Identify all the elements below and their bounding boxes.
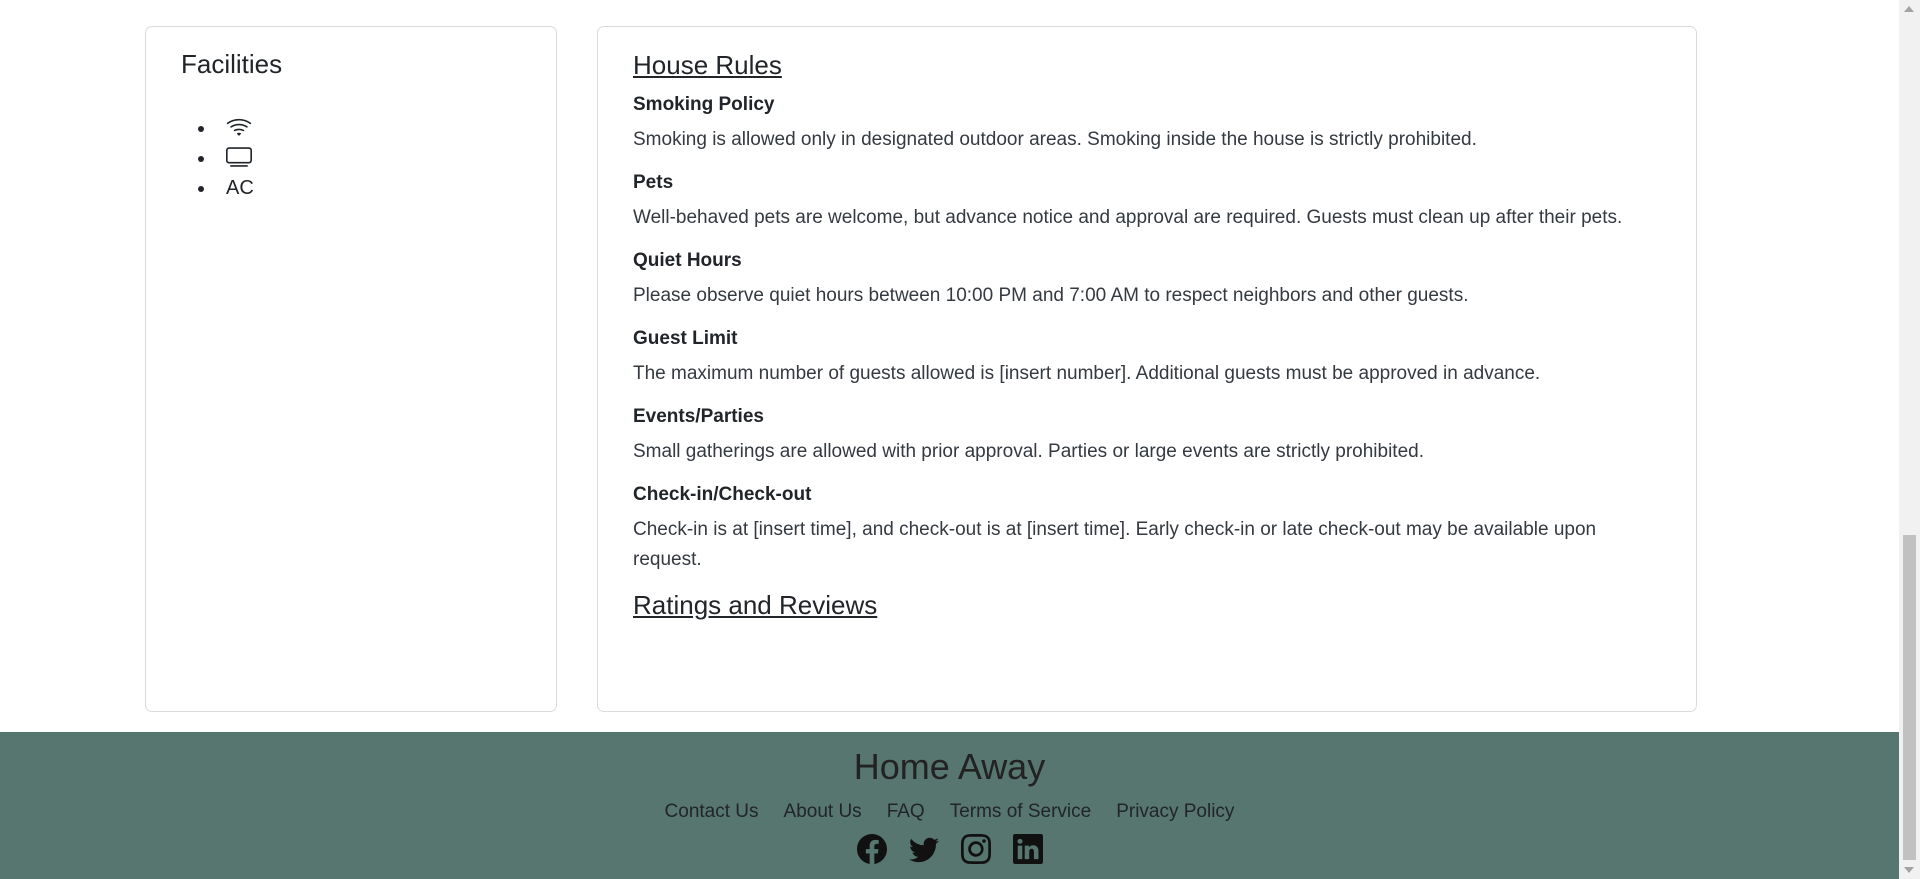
footer-social (0, 833, 1899, 865)
rule-text: The maximum number of guests allowed is … (633, 363, 1541, 384)
rule-heading: Smoking Policy (633, 94, 775, 115)
footer: Home Away Contact Us About Us FAQ Terms … (0, 732, 1899, 879)
rule-text: Small gatherings are allowed with prior … (633, 441, 1424, 462)
rule-pets: Pets Well-behaved pets are welcome, but … (633, 169, 1663, 233)
rule-guest-limit: Guest Limit The maximum number of guests… (633, 325, 1663, 389)
house-rules-title: House Rules (633, 50, 782, 80)
wifi-icon (226, 114, 252, 140)
twitter-icon[interactable] (908, 834, 939, 864)
facilities-card: Facilities AC (145, 26, 557, 712)
facilities-title: Facilities (181, 49, 283, 79)
rule-check-in-out: Check-in/Check-out Check-in is at [inser… (633, 481, 1663, 575)
facilities-list: AC (186, 113, 254, 203)
house-rules-card: House Rules Smoking Policy Smoking is al… (597, 26, 1697, 712)
facility-item-wifi (186, 113, 254, 143)
footer-link-faq[interactable]: FAQ (887, 801, 925, 823)
footer-links: Contact Us About Us FAQ Terms of Service… (0, 801, 1899, 823)
rule-text: Please observe quiet hours between 10:00… (633, 285, 1469, 306)
footer-brand[interactable]: Home Away (0, 746, 1899, 788)
rule-text: Well-behaved pets are welcome, but advan… (633, 207, 1623, 228)
rule-heading: Guest Limit (633, 328, 738, 349)
ratings-reviews-title: Ratings and Reviews (633, 590, 878, 620)
rule-quiet-hours: Quiet Hours Please observe quiet hours b… (633, 247, 1663, 311)
facility-item-tv (186, 143, 254, 173)
linkedin-icon[interactable] (1012, 834, 1043, 864)
facility-label-ac: AC (226, 177, 254, 199)
scrollbar-thumb[interactable] (1903, 535, 1916, 860)
rule-text: Smoking is allowed only in designated ou… (633, 129, 1477, 150)
footer-link-contact[interactable]: Contact Us (665, 801, 759, 823)
instagram-icon[interactable] (960, 834, 991, 864)
page: Facilities AC House Rules Smoking Policy… (0, 0, 1899, 879)
scroll-down-arrow-icon[interactable] (1904, 867, 1914, 873)
rule-events: Events/Parties Small gatherings are allo… (633, 403, 1663, 467)
rule-heading: Pets (633, 172, 674, 193)
page-scrollbar[interactable] (1899, 0, 1920, 879)
facility-item-ac: AC (186, 173, 254, 203)
rule-smoking: Smoking Policy Smoking is allowed only i… (633, 91, 1663, 155)
tv-icon (226, 144, 252, 170)
footer-link-about[interactable]: About Us (784, 801, 862, 823)
scroll-up-arrow-icon[interactable] (1904, 6, 1914, 12)
rule-text: Check-in is at [insert time], and check-… (633, 519, 1597, 570)
facebook-icon[interactable] (856, 833, 887, 865)
footer-link-privacy[interactable]: Privacy Policy (1116, 801, 1234, 823)
rule-heading: Check-in/Check-out (633, 484, 812, 505)
footer-link-terms[interactable]: Terms of Service (950, 801, 1091, 823)
rule-heading: Events/Parties (633, 406, 764, 427)
rule-heading: Quiet Hours (633, 250, 742, 271)
